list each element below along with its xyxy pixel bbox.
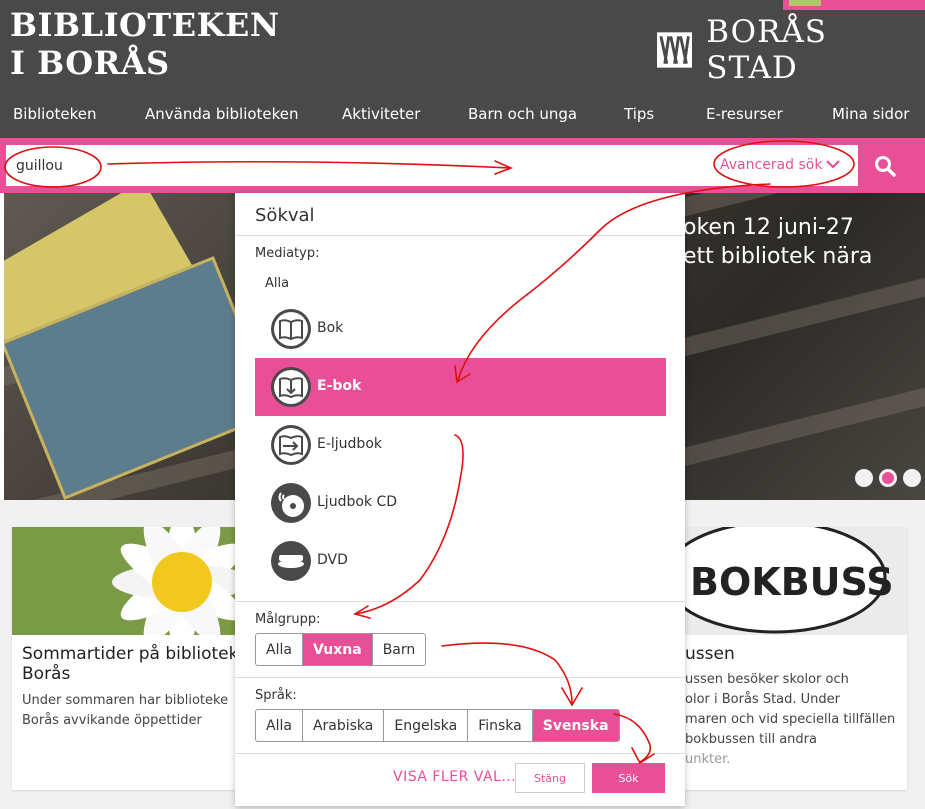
search-icon — [875, 155, 896, 177]
nav-aktiviteter[interactable]: Aktiviteter — [342, 105, 420, 123]
nav-barn-och-unga[interactable]: Barn och unga — [468, 105, 577, 123]
card-text-line-2: olor i Borås Stad. Under — [685, 692, 841, 707]
card-text-line-2: Borås avvikande öppettider — [22, 713, 202, 728]
language-option-finska[interactable]: Finska — [468, 710, 533, 741]
target-option-barn[interactable]: Barn — [373, 634, 426, 665]
media-option-eljudbok[interactable]: E-ljudbok — [255, 416, 666, 474]
card-title-line-2: Borås — [22, 664, 71, 684]
search-options-panel: Sökval Mediatyp: Alla Bok E-bok E-ljudbo… — [235, 193, 685, 806]
hero-caption-line-2: ett bibliotek nära — [683, 244, 873, 269]
hero-caption: oken 12 juni-27 ett bibliotek nära — [683, 213, 872, 271]
target-option-vuxna[interactable]: Vuxna — [302, 634, 373, 665]
city-crest-icon — [657, 32, 693, 68]
nav-mina-sidor[interactable]: Mina sidor — [832, 105, 909, 123]
card-text-line-1: ussen besöker skolor och — [685, 672, 849, 687]
media-option-ljudbok-cd[interactable]: Ljudbok CD — [255, 474, 666, 532]
language-label: Språk: — [255, 688, 297, 703]
news-card[interactable]: BOKBUSS ussen ussen besöker skolor och o… — [685, 527, 907, 790]
target-option-alla[interactable]: Alla — [256, 634, 303, 665]
slide-dot[interactable] — [855, 469, 873, 487]
dvd-icon — [271, 541, 311, 581]
advanced-search-toggle[interactable]: Avancerad sök — [720, 157, 822, 173]
hero-caption-line-1: oken 12 juni-27 — [683, 215, 854, 240]
nav-anvanda-biblioteken[interactable]: Använda biblioteken — [145, 105, 299, 123]
panel-title: Sökval — [255, 205, 315, 226]
media-label: E-ljudbok — [317, 436, 382, 452]
target-group-label: Målgrupp: — [255, 612, 321, 627]
accent-square — [789, 0, 821, 6]
language-option-svenska[interactable]: Svenska — [532, 710, 619, 741]
language-option-alla[interactable]: Alla — [256, 710, 303, 741]
card-title-line-1: Sommartider på bibliotek — [22, 644, 239, 664]
site-logo[interactable]: BIBLIOTEKEN I BORÅS — [10, 6, 280, 82]
ebook-icon — [271, 367, 311, 407]
city-name: BORÅS STAD — [706, 14, 828, 86]
site-header: BIBLIOTEKEN I BORÅS BORÅS STAD Bibliotek… — [0, 0, 925, 138]
daisy-image — [12, 527, 235, 635]
media-label: Bok — [317, 320, 344, 336]
media-label: E-bok — [317, 378, 362, 394]
media-option-ebok[interactable]: E-bok — [255, 358, 666, 416]
close-button[interactable]: Stäng — [515, 763, 585, 793]
media-label: Ljudbok CD — [317, 494, 398, 510]
bokbuss-logo-text: BOKBUSS — [690, 560, 894, 604]
cd-icon — [271, 483, 311, 523]
card-text: ussen besöker skolor och olor i Borås St… — [685, 670, 907, 770]
city-logo[interactable]: BORÅS STAD — [657, 14, 925, 86]
daisy-icon — [12, 527, 235, 635]
card-text-line-3: maren och vid speciella tillfällen — [685, 712, 896, 727]
slide-dots — [855, 469, 921, 487]
submit-search-button[interactable]: Sök — [592, 763, 665, 793]
slide-dot[interactable] — [903, 469, 921, 487]
bokbuss-image: BOKBUSS — [685, 527, 907, 635]
divider — [235, 235, 685, 236]
card-text: Under sommaren har biblioteke Borås avvi… — [22, 691, 262, 731]
book-icon — [271, 309, 311, 349]
nav-biblioteken[interactable]: Biblioteken — [13, 105, 97, 123]
divider — [235, 677, 685, 678]
nav-e-resurser[interactable]: E-resurser — [706, 105, 783, 123]
search-bar: Avancerad sök — [0, 138, 925, 193]
media-option-all[interactable]: Alla — [265, 276, 289, 291]
eaudiobook-icon — [271, 425, 311, 465]
bokbuss-logo-icon: BOKBUSS — [685, 527, 907, 635]
top-accent-bar — [783, 0, 925, 10]
card-text-line-1: Under sommaren har biblioteke — [22, 693, 229, 708]
media-label: DVD — [317, 552, 348, 568]
card-text-line-4: bokbussen till andra — [685, 732, 817, 747]
nav-tips[interactable]: Tips — [624, 105, 654, 123]
search-button[interactable] — [858, 145, 912, 186]
divider — [235, 753, 685, 754]
media-option-dvd[interactable]: DVD — [255, 532, 666, 590]
card-title[interactable]: Sommartider på bibliotek Borås — [22, 644, 238, 684]
chevron-down-icon[interactable] — [824, 155, 842, 173]
logo-line-2: I BORÅS — [10, 44, 170, 82]
logo-line-1: BIBLIOTEKEN — [10, 6, 280, 44]
show-more-options-link[interactable]: VISA FLER VAL... — [393, 769, 516, 785]
target-group-selector: Alla Vuxna Barn — [255, 633, 427, 666]
media-type-label: Mediatyp: — [255, 246, 320, 261]
news-card[interactable]: Sommartider på bibliotek Borås Under som… — [12, 527, 238, 790]
media-option-bok[interactable]: Bok — [255, 300, 666, 358]
language-option-arabiska[interactable]: Arabiska — [303, 710, 385, 741]
slide-dot-active[interactable] — [879, 469, 897, 487]
language-option-engelska[interactable]: Engelska — [384, 710, 469, 741]
card-title[interactable]: ussen — [685, 644, 735, 664]
language-selector: Alla Arabiska Engelska Finska Svenska — [255, 709, 620, 742]
divider — [235, 601, 685, 602]
main-nav: Biblioteken Använda biblioteken Aktivite… — [0, 101, 925, 129]
card-text-line-5: unkter. — [685, 752, 731, 767]
